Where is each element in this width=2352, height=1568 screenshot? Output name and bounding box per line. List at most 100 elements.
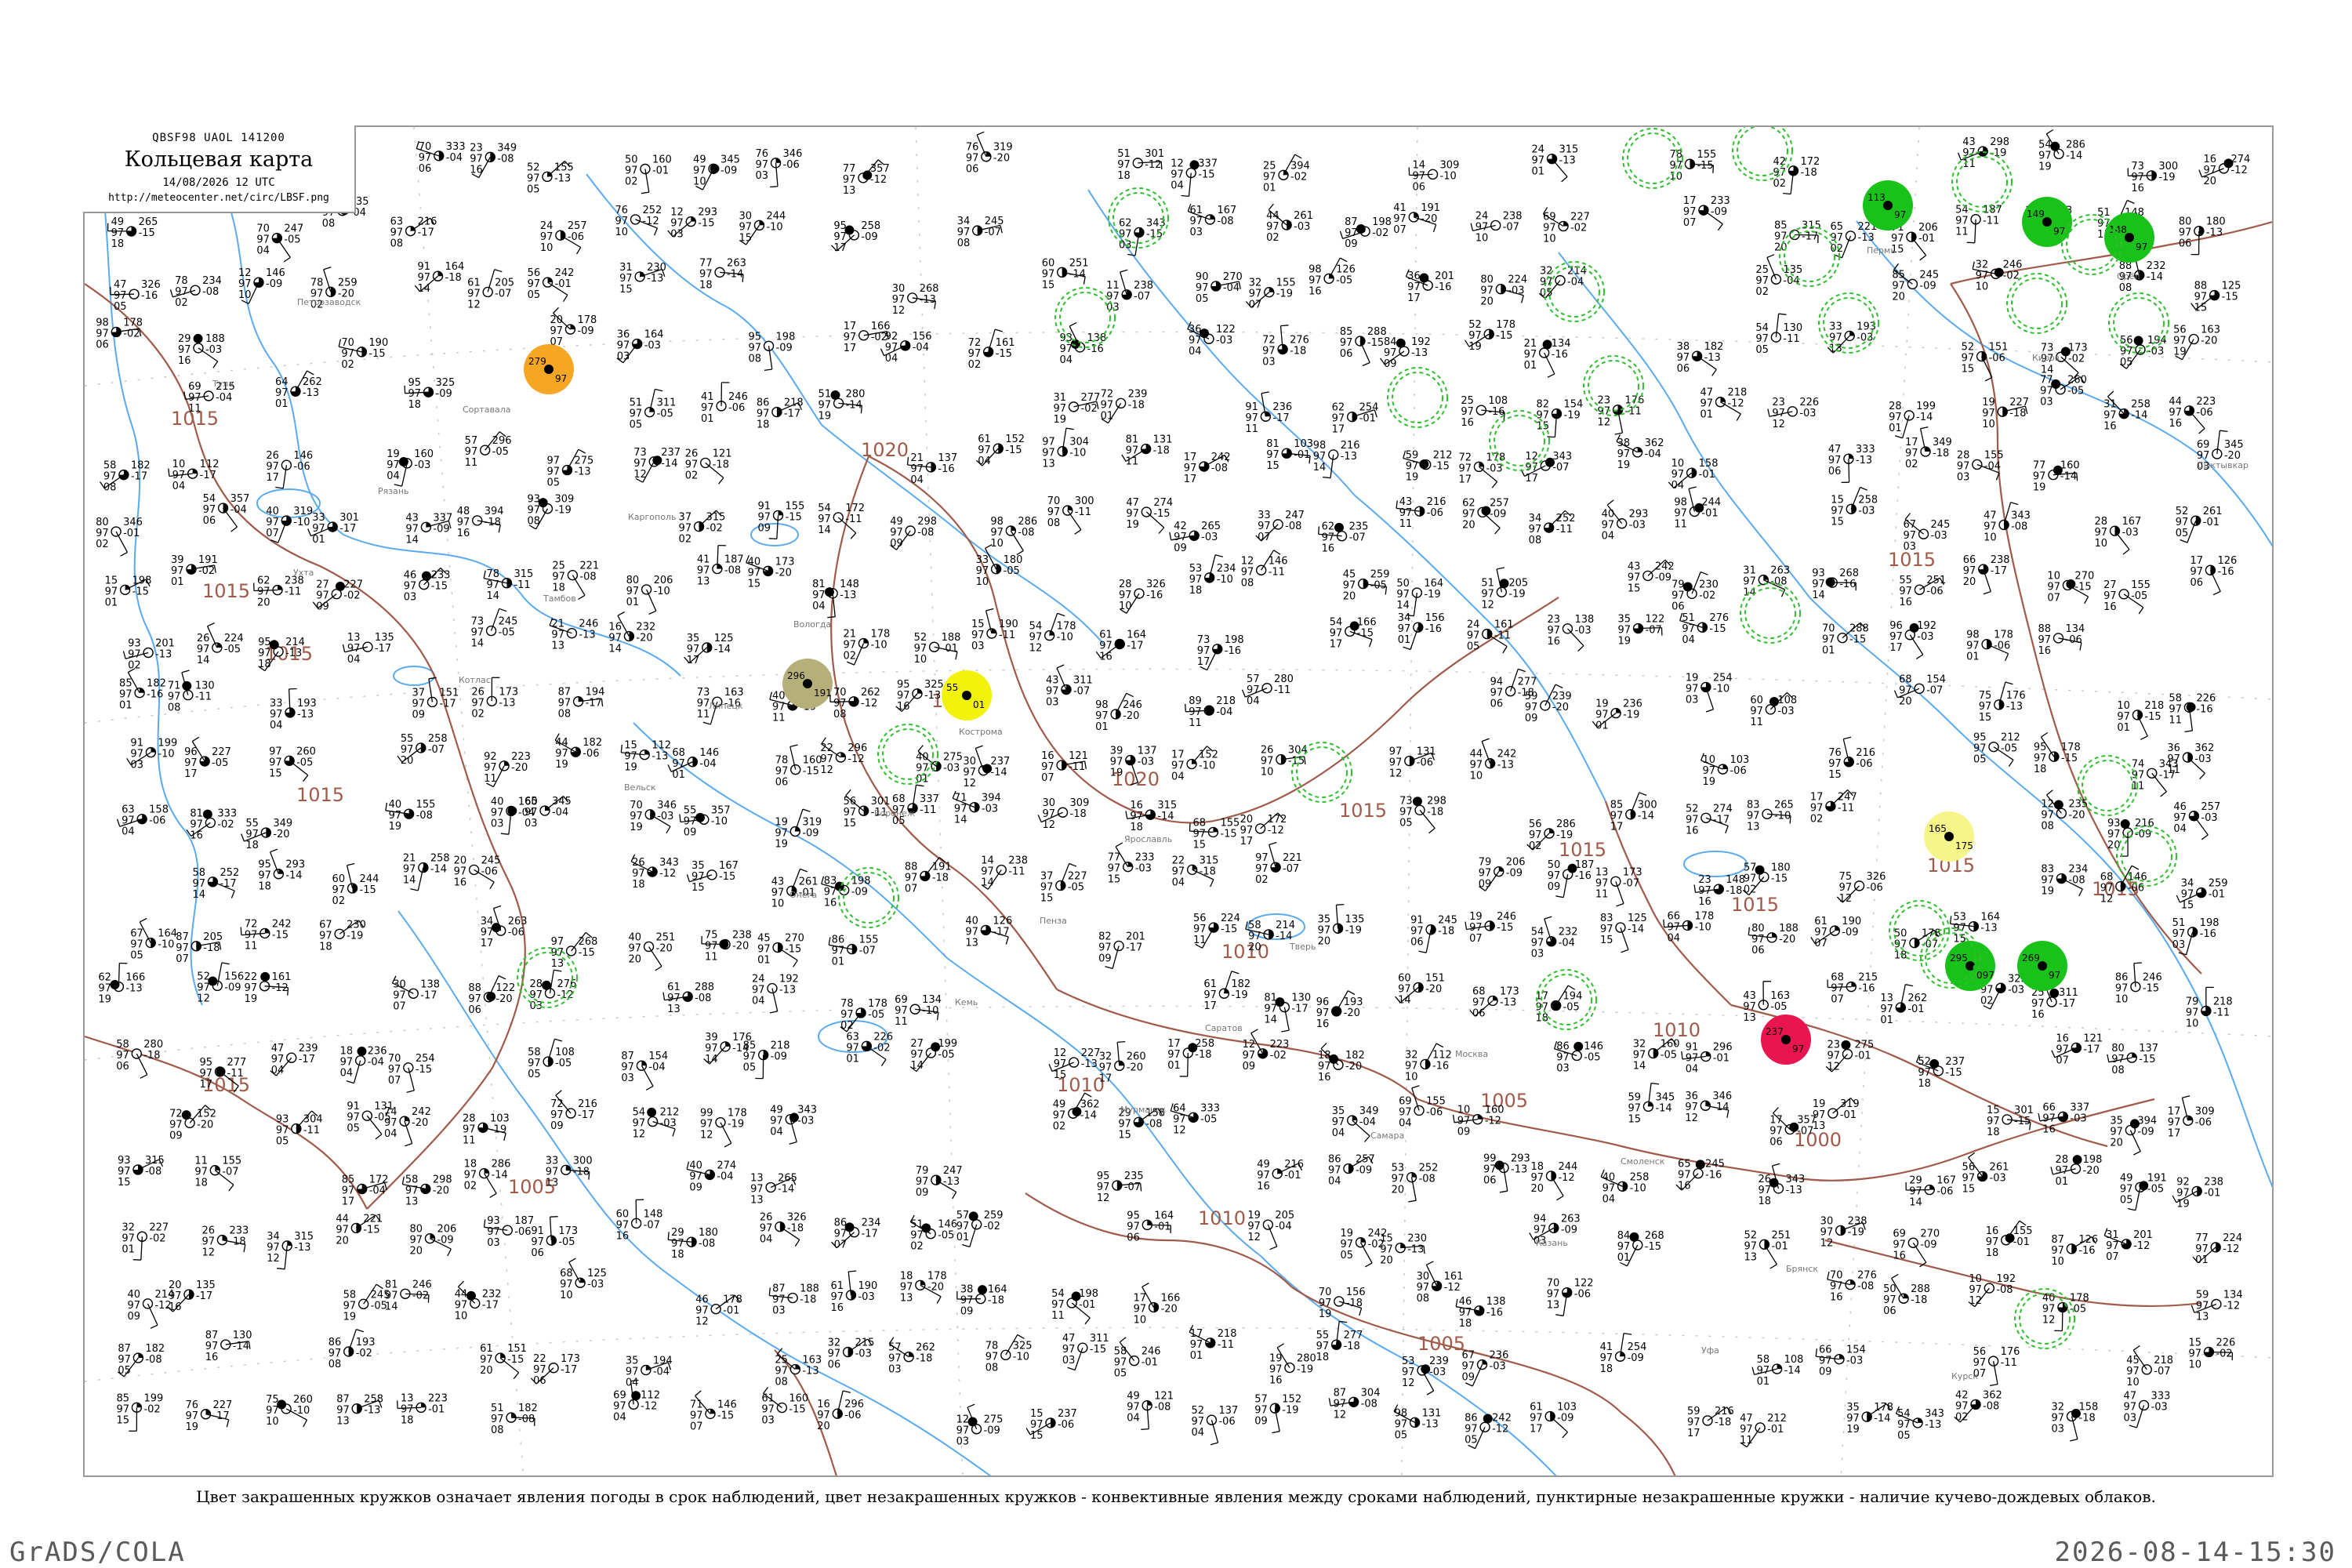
station-plot[interactable]: 160 509702-01 bbox=[625, 154, 672, 194]
station-plot[interactable]: 198 289701-20 bbox=[2050, 1154, 2102, 1188]
station-plot[interactable]: 198 739717-16 bbox=[1197, 634, 1244, 671]
station-plot[interactable]: 242 869705-12 bbox=[1465, 1412, 1512, 1450]
station-plot[interactable]: 265 839713-10 bbox=[1747, 799, 1794, 833]
station-plot[interactable]: 130 719708-11 bbox=[168, 670, 215, 714]
station-plot[interactable]: 236 199701-19 bbox=[1592, 699, 1642, 732]
station-plot[interactable]: 112 329710-16 bbox=[1405, 1043, 1452, 1083]
station-plot[interactable]: 242 749704-20 bbox=[384, 1106, 431, 1147]
station-plot[interactable]: 187 939703-06 bbox=[483, 1215, 535, 1249]
weather-phenomenon-circle[interactable]: 27997 bbox=[524, 344, 574, 394]
station-plot[interactable]: 178 219702-10 bbox=[843, 629, 890, 666]
station-plot[interactable]: 103 819715-01 bbox=[1266, 438, 1313, 472]
station-plot[interactable]: 276 709716-08 bbox=[1827, 1270, 1877, 1304]
station-plot[interactable]: 251 609715-14 bbox=[1042, 257, 1089, 291]
station-plot[interactable]: 227 379715-05 bbox=[1040, 862, 1087, 905]
station-plot[interactable]: 275 129703-09 bbox=[956, 1403, 1004, 1448]
station-plot[interactable]: 300 339713-18 bbox=[546, 1155, 593, 1189]
station-plot[interactable]: 112 109704-17 bbox=[168, 459, 220, 492]
station-plot[interactable]: 173 689706-13 bbox=[1469, 985, 1519, 1019]
station-plot[interactable]: 212 549712-03 bbox=[633, 1107, 680, 1141]
station-plot[interactable]: 173 919706-05 bbox=[531, 1216, 578, 1259]
station-plot[interactable]: 178 549712-10 bbox=[1029, 612, 1076, 655]
station-plot[interactable]: 151 619720-15 bbox=[480, 1343, 527, 1380]
station-plot[interactable]: 198 549711-01 bbox=[1051, 1288, 1098, 1325]
station-plot[interactable]: 164 919714-18 bbox=[414, 261, 464, 295]
station-plot[interactable]: 180 579702-15 bbox=[1742, 862, 1791, 896]
station-plot[interactable]: 161 229719-12 bbox=[245, 971, 292, 1005]
station-plot[interactable]: 300 739716-19 bbox=[2127, 161, 2178, 194]
station-plot[interactable]: 206 799709-09 bbox=[1479, 857, 1526, 891]
station-plot[interactable]: 218 179701-11 bbox=[1189, 1325, 1237, 1362]
station-plot[interactable]: 246 589705-01 bbox=[1114, 1337, 1161, 1380]
station-plot[interactable]: 155 279716-05 bbox=[2103, 579, 2151, 615]
station-plot[interactable]: 172 549714-11 bbox=[818, 503, 865, 539]
station-plot[interactable]: 134 889716-06 bbox=[2038, 623, 2085, 657]
station-plot[interactable]: 172 209717-12 bbox=[1240, 812, 1287, 848]
station-plot[interactable]: 176 759715-13 bbox=[1979, 681, 2026, 724]
station-plot[interactable]: 234 539718-10 bbox=[1189, 554, 1236, 597]
station-plot[interactable]: 333 479706-13 bbox=[1828, 444, 1875, 484]
station-plot[interactable]: 121 269702-18 bbox=[685, 448, 732, 485]
station-plot[interactable]: 254 709707-15 bbox=[388, 1053, 435, 1094]
station-plot[interactable]: 300 709708-11 bbox=[1047, 495, 1094, 535]
station-plot[interactable]: 193 339704-13 bbox=[270, 688, 317, 731]
station-plot[interactable]: 242 449710-13 bbox=[1470, 738, 1517, 782]
station-plot[interactable]: 122 709713-06 bbox=[1547, 1278, 1594, 1316]
station-plot[interactable]: 126 179706-16 bbox=[2190, 555, 2237, 596]
station-plot[interactable]: 160 789706-15 bbox=[775, 744, 822, 789]
station-plot[interactable]: 198 879709-02 bbox=[1339, 216, 1392, 250]
station-plot[interactable]: 131 819711-18 bbox=[1121, 434, 1173, 468]
station-plot[interactable]: 173 229706-17 bbox=[530, 1353, 580, 1387]
station-plot[interactable]: 260 759710-10 bbox=[266, 1394, 313, 1428]
station-plot[interactable]: 235 629716-07 bbox=[1318, 521, 1369, 555]
weather-phenomenon-circle[interactable]: 296191 bbox=[782, 659, 833, 709]
station-plot[interactable]: 251 409720-20 bbox=[629, 931, 676, 971]
station-plot[interactable]: 239 479704-17 bbox=[270, 1043, 318, 1076]
station-plot[interactable]: 257 249710-06 bbox=[540, 220, 587, 255]
station-plot[interactable]: 346 709719-03 bbox=[630, 800, 677, 834]
station-plot[interactable]: 224 269714-05 bbox=[197, 622, 244, 666]
station-plot[interactable]: 155 289703-04 bbox=[1957, 449, 2004, 483]
station-plot[interactable]: 198 519703-16 bbox=[2172, 917, 2220, 956]
station-plot[interactable]: 345 599715-14 bbox=[1628, 1082, 1675, 1126]
station-plot[interactable]: 233 269712-18 bbox=[201, 1225, 249, 1259]
station-plot[interactable]: 268 309712-13 bbox=[892, 283, 939, 317]
station-plot[interactable]: 258 879713-13 bbox=[336, 1394, 383, 1428]
station-plot[interactable]: 125 689710-03 bbox=[560, 1258, 607, 1301]
station-plot[interactable]: 125 839715-14 bbox=[1600, 913, 1647, 953]
station-plot[interactable]: 160 109709-12 bbox=[1452, 1105, 1504, 1138]
station-plot[interactable]: 182 879705-08 bbox=[117, 1343, 165, 1377]
station-plot[interactable]: 346 369712-14 bbox=[1685, 1091, 1732, 1124]
station-plot[interactable]: 238 629720-11 bbox=[253, 575, 304, 609]
station-plot[interactable]: 218 899711-04 bbox=[1185, 695, 1236, 729]
station-plot[interactable]: 326 479705-16 bbox=[110, 279, 161, 313]
station-plot[interactable]: 262 139701-01 bbox=[1880, 984, 1927, 1026]
station-plot[interactable]: 258 159715-03 bbox=[1831, 486, 1878, 528]
station-plot[interactable]: 108 589701-14 bbox=[1751, 1354, 1803, 1388]
station-plot[interactable]: 166 179710-20 bbox=[1134, 1282, 1181, 1327]
station-plot[interactable]: 122 889706-20 bbox=[468, 975, 515, 1016]
station-plot[interactable]: 125 359717-14 bbox=[684, 633, 734, 666]
station-plot[interactable]: 212 479711-01 bbox=[1740, 1413, 1787, 1448]
station-plot[interactable]: 146 129708-11 bbox=[1241, 550, 1288, 589]
station-plot[interactable]: 239 539712-03 bbox=[1402, 1356, 1449, 1396]
station-plot[interactable]: 326 759712-06 bbox=[1836, 871, 1886, 905]
station-plot[interactable]: 226 239712-03 bbox=[1767, 397, 1819, 430]
station-plot[interactable]: 301 339701-17 bbox=[307, 512, 359, 546]
station-plot[interactable]: 296 579711-05 bbox=[465, 431, 512, 470]
station-plot[interactable]: 188 809706-20 bbox=[1748, 923, 1798, 956]
station-plot[interactable]: 155 869701-07 bbox=[828, 935, 879, 968]
station-plot[interactable]: 315 349712-13 bbox=[267, 1231, 314, 1270]
station-plot[interactable]: 276 519704-15 bbox=[1679, 612, 1730, 646]
station-plot[interactable]: 242 729711-15 bbox=[240, 918, 292, 952]
station-plot[interactable]: 192 249704-13 bbox=[752, 974, 799, 1014]
station-plot[interactable]: 164 959706-01 bbox=[1127, 1210, 1174, 1243]
station-plot[interactable]: 155 169718-01 bbox=[1986, 1220, 2033, 1259]
station-plot[interactable]: 277 319719-02 bbox=[1054, 392, 1101, 426]
station-plot[interactable]: 182 449719-06 bbox=[554, 733, 602, 771]
station-plot[interactable]: 325 789708-10 bbox=[985, 1334, 1033, 1374]
station-plot[interactable]: 131 979712-06 bbox=[1389, 746, 1436, 780]
station-plot[interactable]: 158 639704-06 bbox=[116, 804, 169, 838]
station-plot[interactable]: 296 229712-12 bbox=[820, 737, 867, 776]
station-plot[interactable]: 135 259702-04 bbox=[1755, 254, 1802, 299]
